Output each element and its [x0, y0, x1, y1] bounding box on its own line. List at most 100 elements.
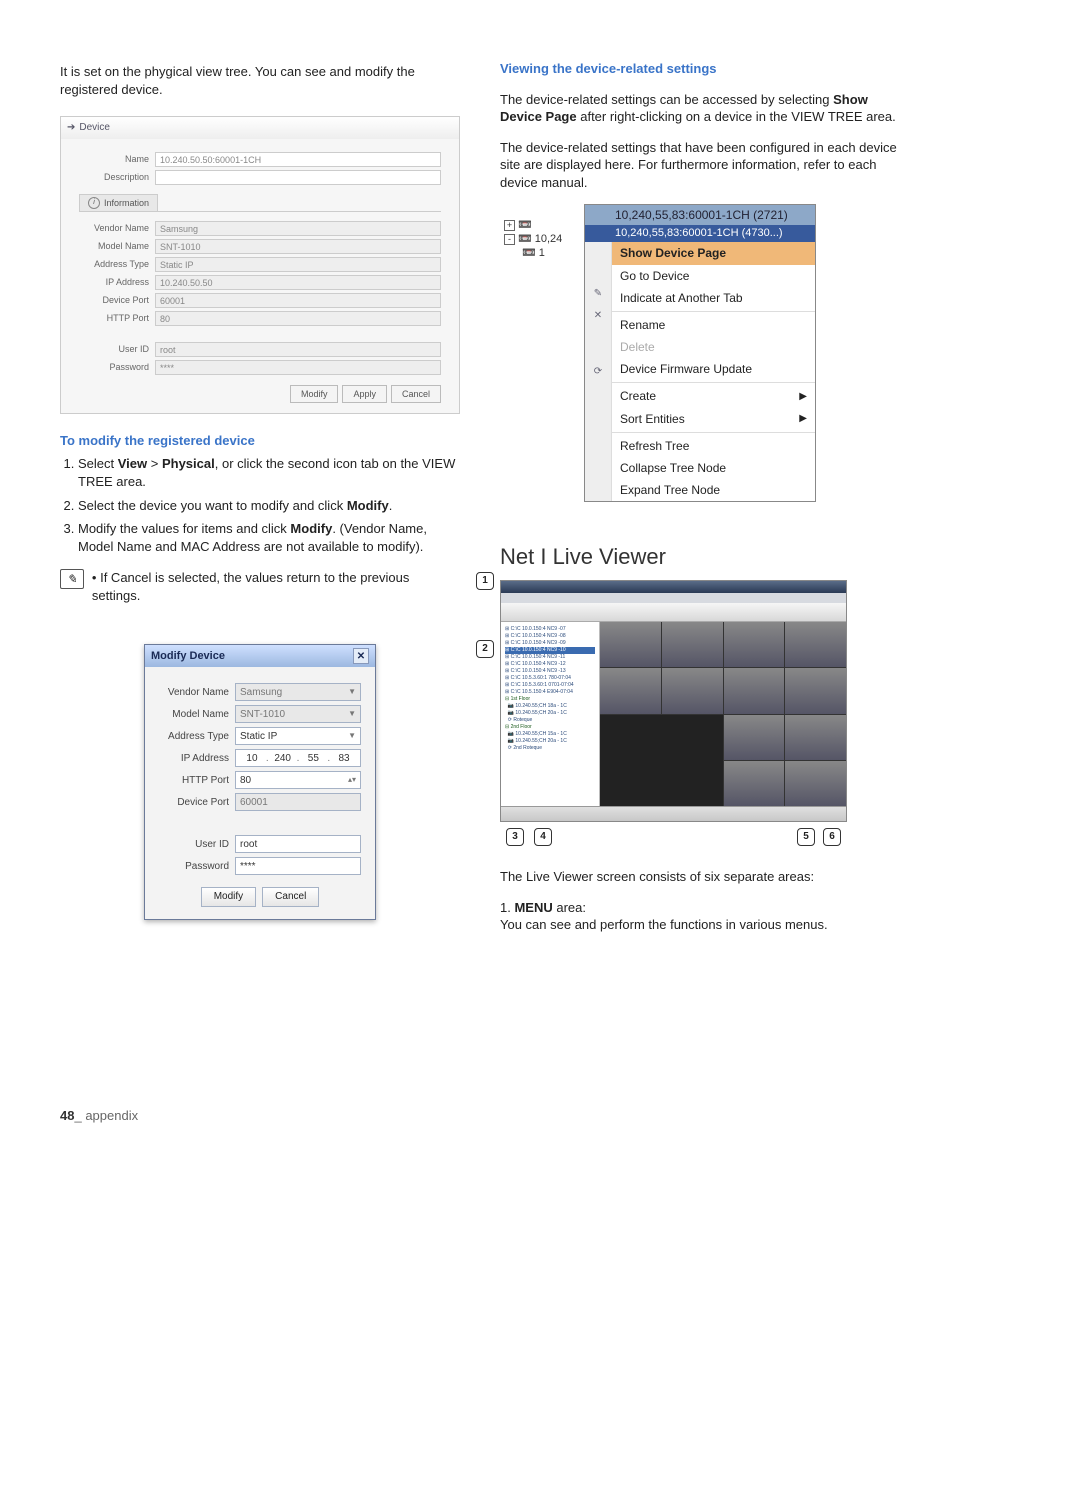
- dlg-vendor-field: Samsung▼: [235, 683, 361, 701]
- step-3: Modify the values for items and click Mo…: [78, 520, 460, 555]
- dlg-ip-label: IP Address: [159, 752, 229, 766]
- rename-icon: ✎: [591, 286, 605, 300]
- menu-go-to-device[interactable]: Go to Device: [612, 265, 815, 287]
- dlg-addrtype-label: Address Type: [159, 730, 229, 744]
- callout-3: 3: [506, 828, 524, 846]
- userid-field: root: [155, 342, 441, 357]
- left-column: It is set on the phygical view tree. You…: [60, 50, 460, 947]
- modify-steps: Select View > Physical, or click the sec…: [60, 455, 460, 555]
- dlg-devport-field: 60001: [235, 793, 361, 811]
- devport-field: 60001: [155, 293, 441, 308]
- dlg-model-field: SNT-1010▼: [235, 705, 361, 723]
- callout-5: 5: [797, 828, 815, 846]
- right-column: Viewing the device-related settings The …: [500, 50, 900, 947]
- menu-collapse-tree[interactable]: Collapse Tree Node: [612, 457, 815, 479]
- tree-expand-icon[interactable]: +: [504, 220, 515, 231]
- menu-expand-tree[interactable]: Expand Tree Node: [612, 479, 815, 501]
- password-field: ****: [155, 360, 441, 375]
- device-info-panel: ➔ Device Name 10.240.50.50:60001-1CH Des…: [60, 116, 460, 414]
- description-label: Description: [79, 171, 149, 183]
- titlebar: [501, 581, 846, 593]
- information-tab[interactable]: i Information: [79, 194, 158, 211]
- step-2: Select the device you want to modify and…: [78, 497, 460, 515]
- menu-icon-strip: ✎ ✕ ⟳: [585, 242, 612, 501]
- view-tree-panel[interactable]: ⊞ C:\C 10.0.150:4 NC9 -07 ⊞ C:\C 10.0.15…: [501, 622, 600, 806]
- tree-collapse-icon[interactable]: -: [504, 234, 515, 245]
- note-row: ✎ • If Cancel is selected, the values re…: [60, 569, 460, 604]
- close-icon[interactable]: ✕: [353, 648, 369, 664]
- tree-selected-line1[interactable]: 10,240,55,83:60001-1CH (2721): [585, 205, 815, 225]
- modify-heading: To modify the registered device: [60, 432, 460, 450]
- menubar[interactable]: [501, 593, 846, 603]
- refresh-icon: ⟳: [591, 364, 605, 378]
- chevron-down-icon: ▼: [348, 709, 356, 720]
- dialog-cancel-button[interactable]: Cancel: [262, 887, 319, 907]
- description-field[interactable]: [155, 170, 441, 185]
- model-label: Model Name: [79, 240, 149, 252]
- dlg-addrtype-field[interactable]: Static IP▼: [235, 727, 361, 745]
- tree-left-nodes: +📼 -📼 10,24 📼 1: [504, 218, 562, 260]
- apply-button[interactable]: Apply: [342, 385, 387, 403]
- name-field[interactable]: 10.240.50.50:60001-1CH: [155, 152, 441, 167]
- live-viewer-illustration: ⊞ C:\C 10.0.150:4 NC9 -07 ⊞ C:\C 10.0.15…: [500, 580, 845, 822]
- dlg-devport-label: Device Port: [159, 796, 229, 810]
- menu-rename[interactable]: Rename: [612, 314, 815, 336]
- dlg-vendor-label: Vendor Name: [159, 686, 229, 700]
- menu-refresh-tree[interactable]: Refresh Tree: [612, 435, 815, 457]
- submenu-arrow-icon: ▶: [799, 390, 807, 404]
- vendor-label: Vendor Name: [79, 222, 149, 234]
- status-bar[interactable]: [501, 806, 846, 822]
- devport-label: Device Port: [79, 294, 149, 306]
- modify-button[interactable]: Modify: [290, 385, 339, 403]
- spinner-icon[interactable]: ▴▾: [348, 775, 356, 786]
- menu-sort-entities[interactable]: Sort Entities▶: [612, 408, 815, 430]
- device-context-menu: 10,240,55,83:60001-1CH (2721) 10,240,55,…: [584, 204, 816, 502]
- dlg-ip-field[interactable]: 10. 240. 55. 83: [235, 749, 361, 767]
- ip-label: IP Address: [79, 276, 149, 288]
- dialog-title: Modify Device: [151, 649, 225, 664]
- viewing-p2: The device-related settings that have be…: [500, 139, 900, 192]
- addrtype-label: Address Type: [79, 258, 149, 270]
- dlg-password-field[interactable]: ****: [235, 857, 361, 875]
- panel-title: ➔ Device: [61, 117, 459, 139]
- dlg-model-label: Model Name: [159, 708, 229, 722]
- menu-firmware-update[interactable]: Device Firmware Update: [612, 358, 815, 380]
- menu-show-device-page[interactable]: Show Device Page: [612, 242, 815, 264]
- note-icon: ✎: [60, 569, 84, 589]
- video-grid[interactable]: [600, 622, 846, 806]
- page-footer: 48_ appendix: [60, 1107, 900, 1125]
- viewer-area-1: 1. MENU area: You can see and perform th…: [500, 899, 900, 934]
- chevron-down-icon: ▼: [348, 731, 356, 742]
- model-field: SNT-1010: [155, 239, 441, 254]
- ip-field: 10.240.50.50: [155, 275, 441, 290]
- step-1: Select View > Physical, or click the sec…: [78, 455, 460, 490]
- name-label: Name: [79, 153, 149, 165]
- menu-indicate-another-tab[interactable]: Indicate at Another Tab: [612, 287, 815, 309]
- arrow-icon: ➔: [67, 121, 75, 135]
- addrtype-field[interactable]: Static IP: [155, 257, 441, 272]
- httpport-label: HTTP Port: [79, 312, 149, 324]
- vendor-field: Samsung: [155, 221, 441, 236]
- chevron-down-icon: ▼: [348, 687, 356, 698]
- toolbar[interactable]: [501, 603, 846, 622]
- menu-create[interactable]: Create▶: [612, 385, 815, 407]
- dlg-httpport-label: HTTP Port: [159, 774, 229, 788]
- dialog-modify-button[interactable]: Modify: [201, 887, 256, 907]
- note-text: • If Cancel is selected, the values retu…: [92, 569, 460, 604]
- callout-4: 4: [534, 828, 552, 846]
- menu-delete: Delete: [612, 336, 815, 358]
- tree-selected-line2[interactable]: 10,240,55,83:60001-1CH (4730...): [585, 225, 815, 242]
- dlg-userid-field[interactable]: root: [235, 835, 361, 853]
- httpport-field: 80: [155, 311, 441, 326]
- info-icon: i: [88, 197, 100, 209]
- callout-1: 1: [476, 572, 494, 590]
- callout-6: 6: [823, 828, 841, 846]
- cancel-button[interactable]: Cancel: [391, 385, 441, 403]
- dlg-httpport-field[interactable]: 80▴▾: [235, 771, 361, 789]
- dlg-userid-label: User ID: [159, 838, 229, 852]
- callout-2: 2: [476, 640, 494, 658]
- password-label: Password: [79, 361, 149, 373]
- intro-text: It is set on the phygical view tree. You…: [60, 63, 460, 98]
- delete-icon: ✕: [591, 308, 605, 322]
- modify-device-dialog: Modify Device ✕ Vendor Name Samsung▼ Mod…: [144, 644, 376, 920]
